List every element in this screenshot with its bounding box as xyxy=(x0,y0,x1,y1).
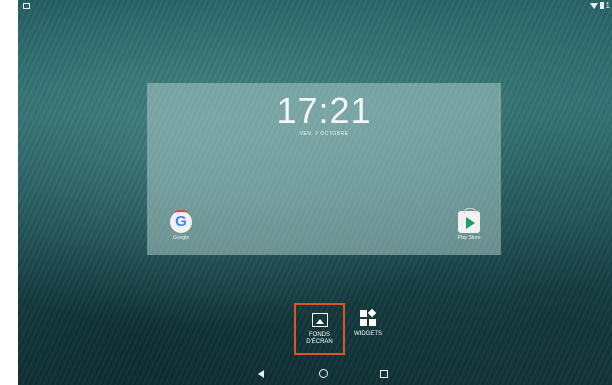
google-icon xyxy=(170,210,192,233)
wallpapers-label-line2: D'ÉCRAN xyxy=(306,339,333,345)
clock-time: 17:21 xyxy=(276,90,372,131)
play-store-icon xyxy=(458,208,480,233)
navigation-bar xyxy=(18,363,612,385)
status-icons: 1 xyxy=(589,1,610,11)
wallpapers-button[interactable]: FONDS D'ÉCRAN xyxy=(294,303,345,355)
lockscreen-preview[interactable]: 17:21 VEN. 2 OCTOBRE Google Play Store xyxy=(147,83,501,255)
home-wallpaper[interactable]: 1 17:21 VEN. 2 OCTOBRE Google Play Store… xyxy=(18,0,612,385)
status-bar: 1 xyxy=(18,0,612,14)
widgets-label: WIDGETS xyxy=(354,331,382,337)
widgets-button[interactable]: WIDGETS xyxy=(351,305,385,353)
notification-icon xyxy=(23,3,30,9)
status-text: 1 xyxy=(605,1,610,10)
wallpapers-label-line1: FONDS xyxy=(309,332,330,338)
home-icon[interactable] xyxy=(319,369,328,378)
recents-icon[interactable] xyxy=(380,370,388,378)
wifi-icon xyxy=(589,2,598,9)
app-google[interactable]: Google xyxy=(161,210,201,241)
wallpaper-icon xyxy=(311,313,328,327)
app-label-play-store: Play Store xyxy=(457,235,481,241)
widgets-icon xyxy=(360,308,377,326)
clock-date: VEN. 2 OCTOBRE xyxy=(299,131,349,137)
battery-icon xyxy=(599,2,604,10)
app-play-store[interactable]: Play Store xyxy=(449,208,489,241)
back-icon[interactable] xyxy=(258,370,264,378)
device-screen: 1 17:21 VEN. 2 OCTOBRE Google Play Store… xyxy=(0,0,612,385)
app-label-google: Google xyxy=(172,235,190,241)
